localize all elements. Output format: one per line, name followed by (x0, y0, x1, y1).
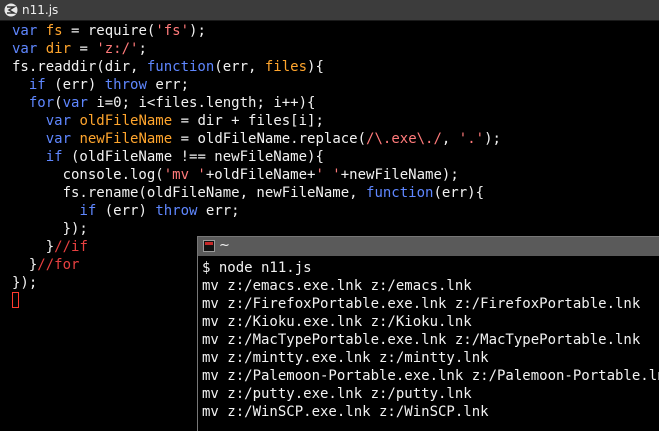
code-line: var fs = require('fs'); (12, 22, 206, 40)
terminal-output-line: mv z:/Kioku.exe.lnk z:/Kioku.lnk (202, 314, 472, 330)
code-token: ; (138, 41, 147, 57)
terminal-output-line: mv z:/MacTypePortable.exe.lnk z:/MacType… (202, 332, 641, 348)
terminal-output-line: mv z:/mintty.exe.lnk z:/mintty.lnk (202, 350, 489, 366)
code-token: //if (54, 239, 88, 255)
code-line: var oldFileName = dir + files[i]; (12, 112, 324, 130)
code-token: console.log( (12, 167, 164, 183)
terminal-command-line: $ node n11.js (202, 260, 312, 276)
code-token: ){ (307, 59, 324, 75)
terminal-output-line: mv z:/FirefoxPortable.exe.lnk z:/Firefox… (202, 296, 641, 312)
code-token: var (12, 41, 38, 57)
code-line: for(var i=0; i<files.length; i++){ (12, 94, 316, 112)
code-line: if (err) throw err; (12, 76, 189, 94)
code-token: }); (12, 221, 88, 237)
code-token: = (71, 41, 97, 57)
code-token: ( (54, 95, 63, 111)
terminal-output-line: mv z:/Palemoon-Portable.exe.lnk z:/Palem… (202, 368, 659, 384)
code-token: newFileName (79, 131, 173, 147)
code-token: (err, (214, 59, 265, 75)
code-token: var (45, 113, 72, 129)
code-token: var (12, 23, 38, 39)
code-token: +oldFileName+ (205, 167, 316, 183)
code-line: if (err) throw err; (12, 202, 240, 220)
code-token: /\.exe\./ (366, 131, 442, 147)
editor-window-title: n11.js (22, 3, 59, 17)
code-token: 'z:/' (96, 41, 139, 57)
code-token: err; (197, 203, 240, 219)
code-token: 'fs' (155, 23, 190, 39)
code-token: dir (45, 41, 72, 57)
code-token: for (28, 95, 55, 111)
code-token: i=0; i<files.length; i++){ (87, 95, 316, 111)
code-token: +newFileName); (340, 167, 459, 183)
code-line: }); (12, 274, 37, 292)
text-cursor (12, 292, 19, 308)
code-line: }//if (12, 238, 88, 256)
code-line: }//for (12, 256, 80, 274)
code-token: (err) (45, 77, 105, 93)
code-token: ); (189, 23, 206, 39)
code-line: }); (12, 220, 88, 238)
code-token: = oldFileName.replace( (172, 131, 367, 147)
terminal-icon (203, 240, 215, 252)
code-token: files (264, 59, 308, 75)
code-token: = dir + files[i]; (172, 113, 324, 129)
code-token: } (12, 239, 55, 255)
terminal-output-line: mv z:/putty.exe.lnk z:/putty.lnk (202, 386, 472, 402)
code-line: var dir = 'z:/'; (12, 40, 147, 58)
code-token: = require( (62, 23, 156, 39)
code-token: function (146, 59, 215, 75)
code-token: fs (45, 23, 63, 39)
code-token: function (366, 185, 434, 201)
code-token: } (12, 257, 38, 273)
terminal-output-line: mv z:/WinSCP.exe.lnk z:/WinSCP.lnk (202, 404, 489, 420)
code-token: var (45, 131, 72, 147)
code-line: fs.readdir(dir, function(err, files){ (12, 58, 324, 76)
code-token: fs.rename(oldFileName, newFileName, (12, 185, 367, 201)
code-token: if (45, 149, 63, 165)
terminal-window-title: ~ (219, 238, 230, 253)
code-token: //for (37, 257, 80, 273)
code-token: ' ' (315, 167, 341, 183)
code-token: if (28, 77, 46, 93)
code-token: err; (146, 77, 190, 93)
code-token: (oldFileName !== newFileName){ (62, 149, 324, 165)
code-token: throw (104, 77, 147, 93)
code-token: ); (484, 131, 501, 147)
emacs-app-icon (4, 3, 18, 17)
code-line: if (oldFileName !== newFileName){ (12, 148, 324, 166)
terminal-window[interactable]: ~ $ node n11.js mv z:/emacs.exe.lnk z:/em… (197, 236, 659, 431)
code-token: '.' (458, 131, 485, 147)
code-token: if (79, 203, 97, 219)
code-token: 'mv ' (163, 167, 206, 183)
terminal-output-line: mv z:/emacs.exe.lnk z:/emacs.lnk (202, 278, 472, 294)
code-token: }); (12, 275, 38, 291)
code-token: , (441, 131, 459, 147)
code-token: fs.readdir(dir, (12, 59, 147, 75)
code-token: (err) (96, 203, 156, 219)
code-line: fs.rename(oldFileName, newFileName, func… (12, 184, 484, 202)
editor-title-bar[interactable]: n11.js (0, 0, 659, 21)
code-line: console.log('mv '+oldFileName+' '+newFil… (12, 166, 459, 184)
code-line: var newFileName = oldFileName.replace(/\… (12, 130, 501, 148)
code-token: throw (155, 203, 198, 219)
terminal-title-bar[interactable]: ~ (198, 237, 659, 256)
code-token: oldFileName (79, 113, 173, 129)
code-token: var (62, 95, 88, 111)
code-token: (err){ (433, 185, 485, 201)
